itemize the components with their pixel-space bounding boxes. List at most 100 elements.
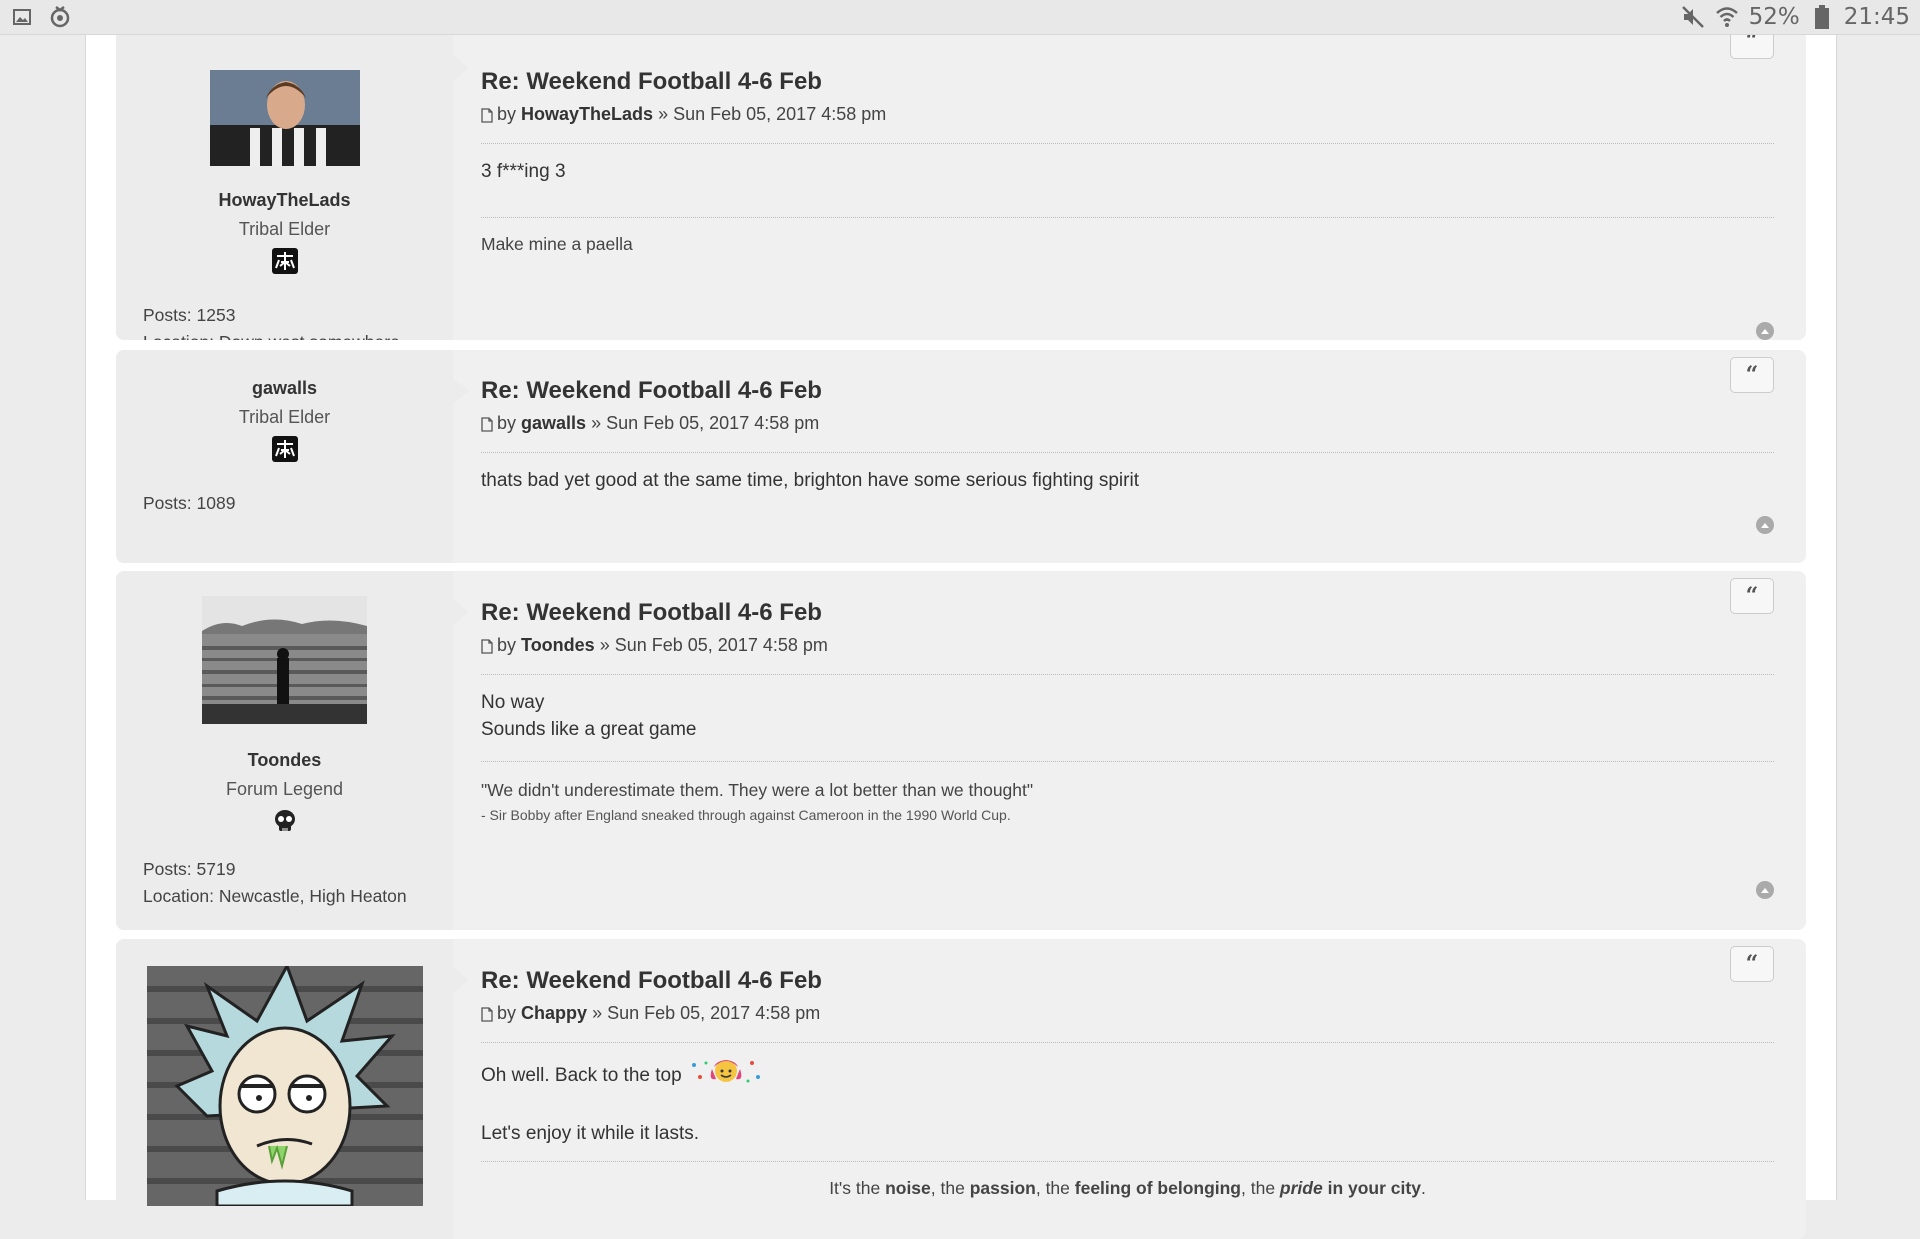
back-to-top-icon[interactable] — [1756, 322, 1774, 340]
avatar[interactable] — [146, 962, 423, 1208]
signature-caption: - Sir Bobby after England sneaked throug… — [481, 807, 1011, 823]
post-author[interactable]: Toondes — [521, 635, 595, 656]
post-author[interactable]: Chappy — [521, 1003, 587, 1024]
quote-button[interactable]: “ — [1730, 357, 1774, 393]
signature: Make mine a paella — [481, 234, 633, 254]
post-meta: by HowayTheLads » Sun Feb 05, 2017 4:58 … — [481, 104, 1774, 125]
sig-bold: in your city — [1322, 1178, 1421, 1198]
post-profile: gawalls Tribal Elder Posts: 1089 — [116, 350, 469, 563]
user-rank: Forum Legend — [225, 779, 344, 799]
content-line: 3 f***ing 3 — [481, 161, 566, 182]
post-body: “ Re: Weekend Football 4-6 Feb by gawall… — [481, 350, 1774, 563]
post-date: » Sun Feb 05, 2017 4:58 pm — [592, 1003, 821, 1023]
post-meta: by Chappy » Sun Feb 05, 2017 4:58 pm — [481, 1003, 1774, 1024]
post-title[interactable]: Re: Weekend Football 4-6 Feb — [481, 68, 1774, 96]
post-author[interactable]: gawalls — [521, 413, 586, 434]
post-author[interactable]: HowayTheLads — [521, 104, 653, 125]
location-label: Location: — [143, 886, 215, 906]
mute-icon — [1681, 5, 1705, 29]
post: gawalls Tribal Elder Posts: 1089 “ Re: W… — [116, 350, 1806, 563]
tribal-elder-icon — [271, 248, 298, 274]
content-line: No way — [481, 692, 545, 713]
user-rank: Tribal Elder — [238, 407, 331, 427]
post-meta: by gawalls » Sun Feb 05, 2017 4:58 pm — [481, 413, 1774, 434]
file-icon[interactable] — [481, 638, 495, 654]
by-label: by — [497, 104, 517, 124]
signature: "We didn't underestimate them. They were… — [481, 780, 1034, 800]
posts-value: 5719 — [196, 859, 236, 879]
location-value: Newcastle, High Heaton — [218, 886, 407, 906]
file-icon[interactable] — [481, 1006, 495, 1022]
username[interactable]: gawalls — [116, 378, 453, 399]
quote-button[interactable]: “ — [1730, 946, 1774, 982]
post-date: » Sun Feb 05, 2017 4:58 pm — [599, 635, 828, 655]
post-count: Posts: 1253 — [143, 302, 453, 329]
post: Toondes Forum Legend Posts: 5719 Locatio… — [116, 571, 1806, 930]
posts-value: 1089 — [196, 493, 236, 513]
tribal-elder-icon — [271, 436, 298, 462]
clock: 21:45 — [1843, 4, 1910, 30]
content-line-with-emoji: Oh well. Back to the top — [481, 1057, 1774, 1093]
post: HowayTheLads Tribal Elder Posts: 1253 Lo… — [116, 27, 1806, 340]
signature-divider — [481, 1161, 1774, 1162]
user-rank: Tribal Elder — [238, 219, 331, 239]
post-profile: HowayTheLads Tribal Elder Posts: 1253 Lo… — [116, 27, 469, 340]
quote-button[interactable]: “ — [1730, 578, 1774, 614]
divider — [481, 1042, 1774, 1043]
quote-icon: “ — [1745, 951, 1759, 977]
location-label: Location: — [143, 332, 214, 340]
post-date: » Sun Feb 05, 2017 4:58 pm — [658, 104, 887, 124]
sig-bold-italic: pride — [1279, 1178, 1323, 1198]
sync-icon — [48, 5, 72, 29]
back-to-top-icon[interactable] — [1756, 881, 1774, 899]
post-title[interactable]: Re: Weekend Football 4-6 Feb — [481, 967, 1774, 995]
post-content: No way Sounds like a great game — [481, 689, 1774, 743]
signature-divider — [481, 761, 1774, 762]
divider — [481, 674, 1774, 675]
image-icon — [10, 5, 34, 29]
posts-label: Posts: — [143, 305, 192, 325]
posts-label: Posts: — [143, 493, 192, 513]
post-content: thats bad yet good at the same time, bri… — [481, 467, 1774, 494]
skull-icon — [272, 808, 298, 834]
post-meta: by Toondes » Sun Feb 05, 2017 4:58 pm — [481, 635, 1774, 656]
signature-divider — [481, 217, 1774, 218]
by-label: by — [497, 413, 517, 433]
content-line: Let's enjoy it while it lasts. — [481, 1123, 699, 1144]
avatar[interactable] — [209, 70, 360, 166]
location-value: Down west somewhere. — [219, 332, 405, 340]
posts-value: 1253 — [196, 305, 236, 325]
post-profile — [116, 939, 469, 1239]
post-title[interactable]: Re: Weekend Football 4-6 Feb — [481, 599, 1774, 627]
file-icon[interactable] — [481, 416, 495, 432]
wifi-icon — [1715, 5, 1739, 29]
sig-bold: passion — [969, 1178, 1036, 1198]
username[interactable]: Toondes — [116, 750, 453, 771]
back-to-top-icon[interactable] — [1756, 516, 1774, 534]
sig-text: , the — [930, 1178, 970, 1198]
sig-text: , the — [1241, 1178, 1280, 1198]
post-date: » Sun Feb 05, 2017 4:58 pm — [591, 413, 820, 433]
sig-bold: noise — [885, 1178, 931, 1198]
by-label: by — [497, 1003, 517, 1023]
post-title[interactable]: Re: Weekend Football 4-6 Feb — [481, 377, 1774, 405]
post-count: Posts: 1089 — [143, 490, 453, 517]
divider — [481, 452, 1774, 453]
post-count: Posts: 5719 — [143, 856, 453, 883]
username[interactable]: HowayTheLads — [116, 190, 453, 211]
posts-label: Posts: — [143, 859, 192, 879]
party-emoji-icon — [688, 1057, 764, 1093]
divider — [481, 143, 1774, 144]
post-content: Oh well. Back to the top Let's enjoy it … — [481, 1057, 1774, 1147]
sig-text: . — [1420, 1178, 1426, 1198]
location: Location: Down west somewhere. — [143, 329, 453, 340]
avatar[interactable] — [202, 596, 367, 724]
post-content: 3 f***ing 3 — [481, 158, 1774, 185]
content-line: thats bad yet good at the same time, bri… — [481, 470, 1139, 491]
quote-icon: “ — [1745, 583, 1759, 609]
quote-icon: “ — [1745, 362, 1759, 388]
content-line: Oh well. Back to the top — [481, 1064, 682, 1086]
status-bar: 52% 21:45 — [0, 0, 1920, 35]
post: “ Re: Weekend Football 4-6 Feb by Chappy… — [116, 939, 1806, 1239]
file-icon[interactable] — [481, 107, 495, 123]
